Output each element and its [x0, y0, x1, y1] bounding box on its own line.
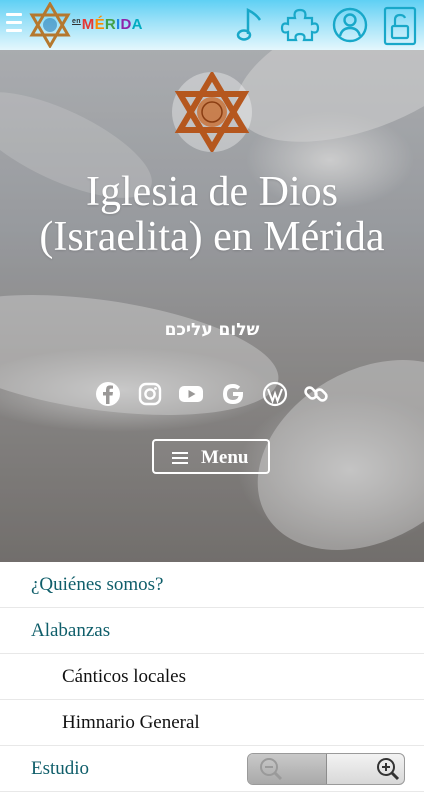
facebook-icon[interactable]: [94, 380, 122, 408]
brand-letter: R: [104, 16, 117, 33]
site-title[interactable]: Iglesia de Dios (Israelita) en Mérida: [30, 170, 394, 260]
zoom-control: [247, 753, 405, 785]
nav-item-quienes-somos[interactable]: ¿Quiénes somos?: [0, 562, 424, 608]
menu-button-label: Menu: [201, 447, 249, 468]
hero-header: Iglesia de Dios (Israelita) en Mérida של…: [0, 50, 424, 562]
site-brand-logo[interactable]: enMÉRIDA: [28, 2, 143, 48]
zoom-in-button[interactable]: [327, 754, 404, 784]
church-emblem-logo[interactable]: [172, 70, 252, 154]
brand-letter: D: [120, 16, 132, 33]
nav-item-alabanzas[interactable]: Alabanzas: [0, 608, 424, 654]
star-of-david-emblem-icon: [174, 70, 250, 154]
hamburger-menu-icon[interactable]: [6, 13, 22, 35]
music-note-icon[interactable]: [236, 4, 266, 46]
menu-lines-icon: [172, 452, 188, 467]
instagram-icon[interactable]: [136, 380, 164, 408]
brand-wordmark: enMÉRIDA: [72, 16, 143, 33]
brand-letter: É: [94, 16, 105, 33]
brand-letter: A: [131, 16, 143, 33]
top-app-bar: enMÉRIDA: [0, 0, 424, 50]
zoom-out-icon: [260, 758, 283, 781]
zoom-in-icon: [377, 758, 400, 781]
brand-letter: M: [81, 16, 95, 33]
zoom-out-button[interactable]: [248, 754, 326, 784]
wordpress-icon[interactable]: [261, 380, 289, 408]
brand-name: MÉRIDA: [82, 16, 143, 33]
nav-subitem-canticos-locales[interactable]: Cánticos locales: [0, 654, 424, 700]
user-account-icon[interactable]: [330, 4, 370, 46]
unlock-login-icon[interactable]: [382, 4, 418, 46]
link-icon[interactable]: [302, 380, 330, 408]
puzzle-piece-icon[interactable]: [280, 4, 320, 46]
youtube-icon[interactable]: [177, 380, 205, 408]
brand-prefix: en: [72, 18, 81, 25]
menu-toggle-button[interactable]: Menu: [152, 439, 270, 474]
social-links: [94, 380, 334, 410]
google-icon[interactable]: [219, 380, 247, 408]
star-of-david-logo-icon: [29, 2, 71, 48]
nav-subitem-himnario-general[interactable]: Himnario General: [0, 700, 424, 746]
site-tagline: שלום עליכם: [164, 320, 260, 340]
